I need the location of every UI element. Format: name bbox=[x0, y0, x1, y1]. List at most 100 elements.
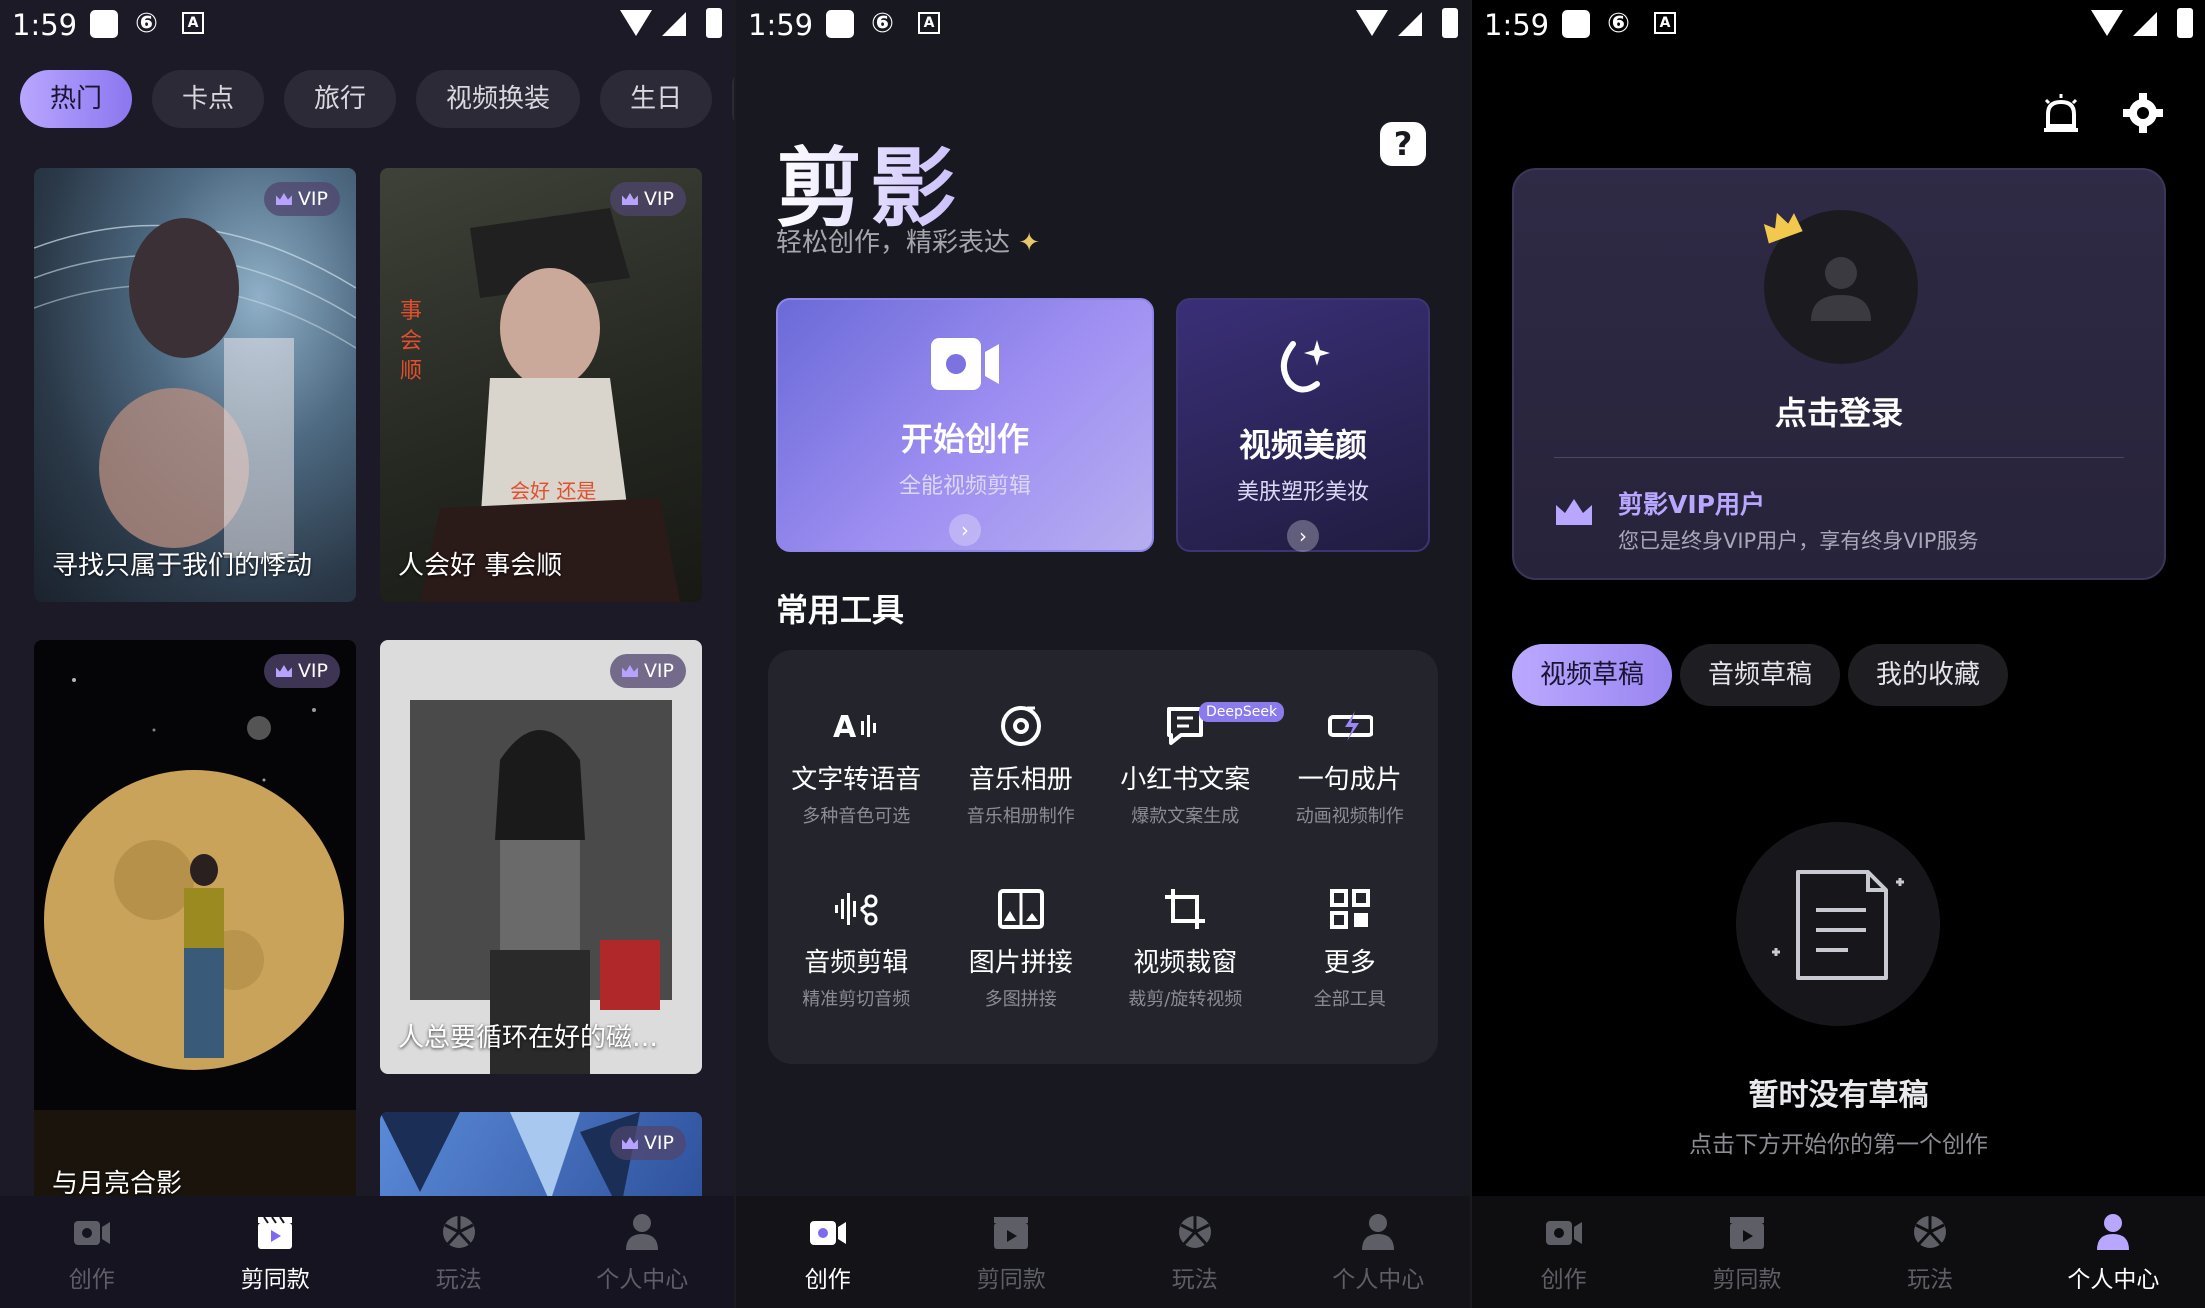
tool-name: 音频剪辑 bbox=[804, 948, 909, 978]
aperture-icon bbox=[1911, 1210, 1949, 1254]
tool-video-crop[interactable]: 视频裁窗 裁剪/旋转视频 bbox=[1103, 857, 1268, 1040]
nav-label: 剪同款 bbox=[240, 1267, 310, 1293]
template-caption: 与月亮合影 bbox=[52, 1169, 183, 1199]
notification-icon bbox=[1562, 10, 1590, 38]
video-camera-icon bbox=[929, 336, 1001, 396]
tool-more[interactable]: 更多 全部工具 bbox=[1268, 857, 1433, 1040]
tab-hot[interactable]: 热门 bbox=[20, 70, 133, 128]
create-screen: 1:59 ⑥ A 剪影 轻松创作，精彩表达 ✦ ? 开始创作 全能视频剪辑 › … bbox=[736, 0, 1470, 1308]
clapper-icon bbox=[256, 1210, 294, 1254]
tab-favorites[interactable]: 我的收藏 bbox=[1848, 644, 2009, 706]
crop-icon bbox=[1162, 886, 1208, 932]
aperture-icon bbox=[1176, 1210, 1214, 1254]
status-bar: 1:59 ⑥ A bbox=[736, 0, 1470, 50]
template-card[interactable]: 事 会 顺 会好 还是 VIP 人会好 事会顺 bbox=[380, 168, 702, 602]
template-card[interactable]: VIP 与月亮合影 bbox=[34, 640, 356, 1200]
nav-create[interactable]: 创作 bbox=[0, 1196, 184, 1308]
tool-name: 视频裁窗 bbox=[1133, 948, 1238, 978]
help-button[interactable]: ? bbox=[1380, 122, 1426, 166]
draft-tabs: 视频草稿 音频草稿 我的收藏 bbox=[1512, 644, 2009, 706]
template-caption: 寻找只属于我们的悸动 bbox=[52, 551, 313, 581]
nav-play[interactable]: 玩法 bbox=[1839, 1196, 2022, 1308]
section-title: 常用工具 bbox=[776, 591, 905, 629]
tab-travel[interactable]: 旅行 bbox=[284, 70, 397, 128]
clock: 1:59 bbox=[748, 8, 814, 42]
a-badge-icon: A bbox=[918, 12, 940, 34]
collage-icon bbox=[997, 886, 1044, 932]
vip-badge: VIP bbox=[609, 654, 686, 688]
a-badge-icon: A bbox=[1654, 12, 1676, 34]
tool-audio-edit[interactable]: 音频剪辑 精准剪切音频 bbox=[774, 857, 939, 1040]
tool-image-collage[interactable]: 图片拼接 多图拼接 bbox=[939, 857, 1104, 1040]
tab-outfit[interactable]: 视频换装 bbox=[416, 70, 581, 128]
tab-more[interactable] bbox=[732, 70, 734, 128]
crown-icon bbox=[275, 665, 292, 677]
tab-audio-drafts[interactable]: 音频草稿 bbox=[1680, 644, 1841, 706]
tool-name: 一句成片 bbox=[1297, 765, 1402, 795]
vip-crown-icon bbox=[1556, 499, 1592, 525]
tool-desc: 精准剪切音频 bbox=[802, 989, 911, 1010]
nav-profile[interactable]: 个人中心 bbox=[551, 1196, 735, 1308]
nav-label: 个人中心 bbox=[596, 1267, 689, 1293]
nav-label: 创作 bbox=[1540, 1267, 1587, 1293]
crown-icon bbox=[275, 193, 292, 205]
nav-label: 创作 bbox=[68, 1267, 115, 1293]
tool-desc: 全部工具 bbox=[1313, 989, 1386, 1010]
video-beauty-card[interactable]: 视频美颜 美肤塑形美妆 › bbox=[1176, 298, 1430, 552]
tab-beat[interactable]: 卡点 bbox=[152, 70, 265, 128]
music-disc-icon bbox=[998, 703, 1044, 749]
template-card[interactable]: VIP 寻找只属于我们的悸动 bbox=[34, 168, 356, 602]
profile-screen: 1:59 ⑥ A 点击登录 剪影VIP用户 您已是终身VIP用户，享有终身VIP… bbox=[1472, 0, 2205, 1308]
vip-label: VIP bbox=[643, 188, 674, 210]
tool-xiaohongshu-copy[interactable]: DeepSeek 小红书文案 爆款文案生成 bbox=[1103, 674, 1285, 857]
login-button[interactable]: 点击登录 bbox=[1514, 388, 2164, 434]
nav-templates[interactable]: 剪同款 bbox=[184, 1196, 368, 1308]
crown-icon bbox=[621, 665, 638, 677]
profile-card: 点击登录 剪影VIP用户 您已是终身VIP用户，享有终身VIP服务 bbox=[1512, 168, 2166, 580]
start-creating-card[interactable]: 开始创作 全能视频剪辑 › bbox=[776, 298, 1154, 552]
settings-gear-icon[interactable] bbox=[2122, 92, 2164, 134]
nav-create[interactable]: 创作 bbox=[1472, 1196, 1655, 1308]
person-icon bbox=[1359, 1210, 1397, 1254]
battery-icon bbox=[706, 8, 722, 38]
vip-label: VIP bbox=[297, 660, 328, 682]
crown-icon bbox=[621, 1137, 638, 1149]
vip-badge: VIP bbox=[609, 182, 686, 216]
tool-desc: 动画视频制作 bbox=[1295, 806, 1404, 827]
tool-desc: 多种音色可选 bbox=[802, 806, 911, 827]
battery-icon bbox=[2177, 8, 2193, 38]
svg-text:事: 事 bbox=[400, 299, 422, 324]
nav-play[interactable]: 玩法 bbox=[367, 1196, 551, 1308]
wifi-icon bbox=[1356, 10, 1388, 36]
tool-one-sentence-video[interactable]: 一句成片 动画视频制作 bbox=[1268, 674, 1433, 857]
template-thumbnail bbox=[34, 218, 356, 558]
bottom-nav: 创作 剪同款 玩法 个人中心 bbox=[0, 1196, 734, 1308]
document-icon bbox=[1772, 870, 1904, 980]
vip-badge: VIP bbox=[609, 1126, 686, 1160]
slogan-text: 轻松创作，精彩表达 bbox=[776, 228, 1011, 258]
vip-label: VIP bbox=[297, 188, 328, 210]
divider bbox=[1554, 457, 2124, 458]
chevron-right-icon: › bbox=[949, 514, 981, 546]
tool-music-album[interactable]: 音乐相册 音乐相册制作 bbox=[939, 674, 1104, 857]
alert-icon[interactable] bbox=[2040, 92, 2082, 134]
notification-icon bbox=[90, 10, 118, 38]
svg-text:会好 还是: 会好 还是 bbox=[510, 479, 596, 503]
nav-profile[interactable]: 个人中心 bbox=[1287, 1196, 1471, 1308]
wifi-icon bbox=[2091, 10, 2123, 36]
nav-create[interactable]: 创作 bbox=[736, 1196, 920, 1308]
nav-profile[interactable]: 个人中心 bbox=[2022, 1196, 2205, 1308]
status-bar: 1:59 ⑥ A bbox=[0, 0, 734, 50]
clock: 1:59 bbox=[1484, 8, 1550, 42]
template-card[interactable]: VIP 人总要循环在好的磁… bbox=[380, 640, 702, 1074]
tab-video-drafts[interactable]: 视频草稿 bbox=[1512, 644, 1673, 706]
grid-icon bbox=[1327, 886, 1373, 932]
nav-templates[interactable]: 剪同款 bbox=[1655, 1196, 1838, 1308]
tool-text-to-speech[interactable]: A 文字转语音 多种音色可选 bbox=[774, 674, 939, 857]
nav-label: 创作 bbox=[804, 1267, 851, 1293]
nav-play[interactable]: 玩法 bbox=[1103, 1196, 1287, 1308]
text-to-speech-icon: A bbox=[833, 703, 879, 749]
crown-icon bbox=[621, 193, 638, 205]
tab-birthday[interactable]: 生日 bbox=[600, 70, 713, 128]
nav-templates[interactable]: 剪同款 bbox=[920, 1196, 1104, 1308]
